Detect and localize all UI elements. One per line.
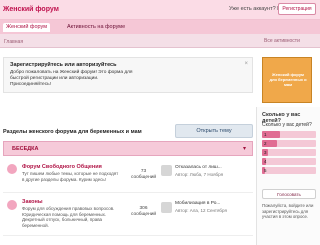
avatar[interactable] [161, 202, 172, 213]
forum-row-count-label: сообщений [131, 175, 157, 180]
site-logo[interactable]: Женский форум [3, 6, 59, 13]
poll-option[interactable]: 3 [262, 149, 316, 156]
category-bar[interactable]: БЕСЕДКА ▾ [3, 141, 253, 156]
forum-row[interactable]: Форум Свободного Общения Тут пишем любые… [3, 159, 253, 193]
poll-widget: Сколько у вас детей? Сколько у вас детей… [256, 107, 320, 245]
poll-question: Сколько у вас детей? [262, 122, 312, 128]
close-icon[interactable]: × [244, 61, 248, 67]
forum-row-desc: Форум для обсуждения правовых вопросов. … [22, 206, 115, 228]
forum-row-title[interactable]: Законы [22, 199, 43, 205]
poll-option-label: 5 [264, 168, 267, 173]
forum-icon [7, 164, 17, 174]
forum-row-count-label: сообщений [131, 212, 157, 217]
notice-title: Зарегистрируйтесь или авторизуйтесь [10, 62, 117, 68]
collapse-icon[interactable]: ▾ [243, 145, 246, 152]
nav-tab-forum[interactable]: Женский форум [3, 23, 50, 32]
forum-row[interactable]: Законы Форум для обсуждения правовых воп… [3, 194, 253, 236]
poll-option-label: 4 [264, 159, 267, 164]
forum-title: Разделы женского форума для беременных и… [3, 129, 142, 135]
forum-row-count: 306 сообщений [131, 206, 156, 218]
avatar[interactable] [161, 165, 172, 176]
category-title: БЕСЕДКА [12, 146, 39, 152]
poll-option-label: 1 [264, 132, 267, 137]
register-button[interactable]: Регистрация [278, 3, 316, 15]
notice-text: Добро пожаловать на Женский форум! Это ф… [10, 70, 133, 87]
forum-row-count: 73 сообщений [131, 169, 156, 181]
main-nav: Женский форум Активность на форуме [0, 20, 320, 34]
poll-note: Пожалуйста, войдите или зарегистрируйтес… [262, 203, 314, 219]
forum-row-last-post[interactable]: Отказалась от лиш... [175, 165, 222, 170]
poll-option[interactable]: 1 [262, 131, 316, 138]
site-header: Женский форум Уже есть аккаунт? Войти Ре… [0, 0, 320, 20]
forum-row-last-meta: Автор: Ала, 12 Сентября [175, 208, 227, 213]
breadcrumb[interactable]: Главная [4, 39, 23, 45]
forum-row-desc: Тут пишем любые темы, которые не подходя… [22, 171, 119, 182]
poll-option[interactable]: 2 [262, 140, 316, 147]
ad-banner[interactable]: Женский форум для беременных и мам [262, 57, 312, 103]
forum-row-last-meta: Автор: Люба, 7 Ноября [175, 172, 224, 177]
nav-tab-activity[interactable]: Активность на форуме [64, 23, 128, 32]
poll-option-label: 2 [264, 141, 267, 146]
forum-row-title[interactable]: Форум Свободного Общения [22, 164, 102, 170]
all-activity-link[interactable]: Все активности [264, 38, 300, 44]
poll-option-label: 3 [264, 150, 267, 155]
register-notice: Зарегистрируйтесь или авторизуйтесь Добр… [3, 57, 253, 93]
poll-option[interactable]: 5 [262, 167, 316, 174]
ad-text: Женский форум для беременных и мам [269, 72, 307, 87]
poll-vote-button[interactable]: Голосовать [262, 189, 316, 199]
forum-icon [7, 200, 17, 210]
forum-row-last-post[interactable]: Мобилизация в Ро... [175, 201, 220, 206]
poll-option[interactable]: 4 [262, 158, 316, 165]
create-topic-button[interactable]: Открыть тему [175, 124, 253, 138]
breadcrumb-bar: Главная Все активности [0, 34, 320, 48]
